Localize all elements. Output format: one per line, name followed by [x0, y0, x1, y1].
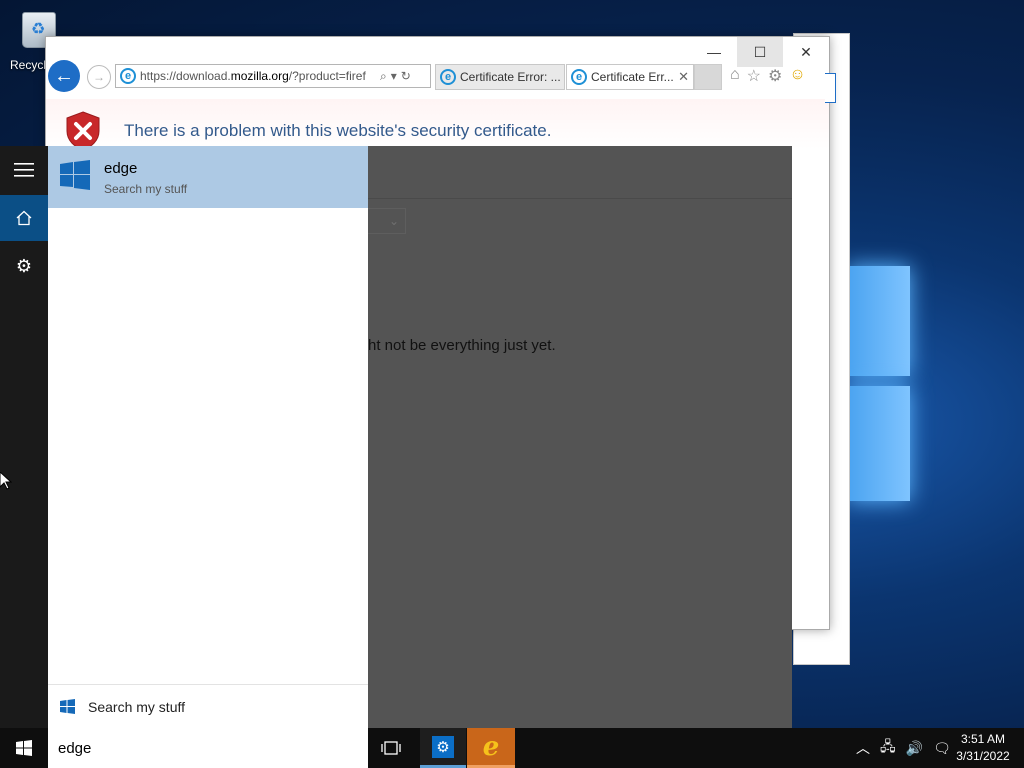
- system-tray: ︿ 🖧 🔊 🗨: [856, 728, 951, 768]
- hamburger-icon: [14, 163, 34, 177]
- start-button[interactable]: [0, 728, 48, 768]
- forward-arrow-icon: →: [93, 70, 105, 84]
- security-shield-icon: [66, 111, 100, 151]
- tab-label: Certificate Err...: [591, 70, 674, 84]
- recycle-bin-label: Recycl: [10, 58, 47, 72]
- ie-page-icon: e: [571, 69, 587, 85]
- search-input[interactable]: [58, 737, 358, 759]
- result-title: edge: [104, 160, 138, 177]
- tab-certificate-error-1[interactable]: e Certificate Error: ...: [435, 64, 565, 90]
- close-button[interactable]: ✕: [783, 37, 829, 67]
- menu-hamburger-button[interactable]: [0, 147, 48, 193]
- result-subtitle: Search my stuff: [104, 182, 188, 196]
- network-icon[interactable]: 🖧: [880, 736, 896, 760]
- clock-time: 3:51 AM: [960, 732, 1006, 746]
- internet-explorer-icon: e: [482, 731, 500, 762]
- taskbar-search-box[interactable]: [48, 728, 368, 768]
- search-icon[interactable]: ⌕: [380, 69, 387, 84]
- page-title: There is a problem with this website's s…: [124, 121, 552, 140]
- ie-page-icon: e: [120, 68, 136, 84]
- task-view-icon: [381, 741, 401, 755]
- feedback-smiley-icon[interactable]: ☺: [789, 66, 805, 86]
- favorites-star-icon[interactable]: ☆: [747, 66, 761, 86]
- minimize-button[interactable]: —: [691, 37, 737, 67]
- volume-icon[interactable]: 🔊: [906, 740, 923, 757]
- address-url[interactable]: https://download.mozilla.org/?product=fi…: [140, 69, 376, 83]
- start-menu-rail: ⚙: [0, 146, 48, 728]
- windows-logo-icon: [60, 160, 90, 190]
- taskbar-clock[interactable]: 3:51 AM 3/31/2022: [948, 731, 1018, 765]
- home-icon: [16, 210, 32, 226]
- overlay-text: ht not be everything just yet.: [368, 337, 556, 354]
- home-icon[interactable]: ⌂: [730, 66, 740, 86]
- task-view-button[interactable]: [368, 728, 414, 768]
- gear-icon: ⚙: [432, 735, 454, 758]
- window-controls: — ☐ ✕: [691, 37, 829, 67]
- windows-logo-icon: [60, 699, 75, 714]
- window-edge: [825, 73, 836, 103]
- address-bar[interactable]: e https://download.mozilla.org/?product=…: [115, 64, 431, 88]
- home-button[interactable]: [0, 195, 48, 241]
- tab-close-icon[interactable]: ✕: [678, 69, 689, 85]
- new-tab-button[interactable]: [694, 64, 722, 90]
- search-result-edge[interactable]: edge Search my stuff: [48, 146, 368, 208]
- windows-start-icon: [16, 740, 32, 756]
- back-button[interactable]: ←: [48, 60, 80, 92]
- toolbar-icons: ⌂ ☆ ⚙ ☺: [730, 66, 806, 86]
- maximize-button[interactable]: ☐: [737, 37, 783, 67]
- search-results-panel: edge Search my stuff Search my stuff: [48, 146, 368, 728]
- tab-label: Certificate Error: ...: [460, 70, 561, 84]
- dropdown-arrow-icon[interactable]: ▾: [391, 69, 397, 83]
- wallpaper-windows-logo: [848, 236, 912, 506]
- taskbar-internet-explorer[interactable]: e: [467, 728, 515, 768]
- gear-icon[interactable]: ⚙: [768, 66, 782, 86]
- forward-button[interactable]: →: [87, 65, 111, 89]
- gear-icon: ⚙: [15, 255, 33, 276]
- refresh-icon[interactable]: ↻: [401, 69, 411, 83]
- chevron-up-icon[interactable]: ︿: [856, 738, 870, 758]
- search-my-stuff-label: Search my stuff: [88, 699, 186, 715]
- tab-certificate-error-2[interactable]: e Certificate Err... ✕: [566, 64, 694, 90]
- ie-page-icon: e: [440, 69, 456, 85]
- back-arrow-icon: ←: [54, 64, 74, 87]
- mouse-cursor-icon: [0, 472, 12, 490]
- taskbar-settings-app[interactable]: ⚙: [420, 728, 466, 768]
- settings-button[interactable]: ⚙: [0, 243, 48, 289]
- search-my-stuff-button[interactable]: Search my stuff: [48, 684, 368, 729]
- chevron-down-icon: ⌄: [388, 214, 399, 228]
- clock-date: 3/31/2022: [956, 749, 1010, 763]
- taskbar: ⚙ e ︿ 🖧 🔊 🗨 3:51 AM 3/31/2022: [0, 728, 1024, 768]
